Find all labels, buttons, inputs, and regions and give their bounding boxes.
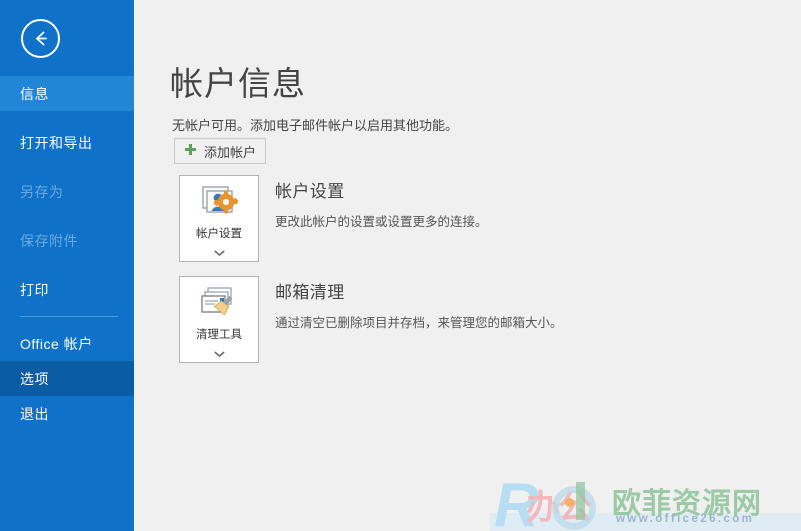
sidebar-item-label: 另存为 [20, 183, 64, 200]
sidebar-item-exit[interactable]: 退出 [0, 396, 134, 431]
chevron-down-icon[interactable] [213, 243, 225, 261]
add-account-label: 添加帐户 [204, 144, 257, 160]
sidebar-item-options[interactable]: 选项 [0, 361, 134, 396]
sidebar-item-save-attachments: 保存附件 [0, 223, 134, 258]
account-settings-icon [198, 176, 240, 222]
cleanup-tools-tile-label: 清理工具 [196, 329, 242, 341]
sidebar-item-print[interactable]: 打印 [0, 272, 134, 307]
sidebar-item-label: 保存附件 [20, 232, 78, 249]
sidebar-item-office-account[interactable]: Office 帐户 [0, 326, 134, 361]
sidebar-item-open-export[interactable]: 打开和导出 [0, 125, 134, 160]
mailbox-cleanup-text: 邮箱清理 通过清空已删除项目并存档，来管理您的邮箱大小。 [275, 276, 563, 363]
cleanup-tools-icon [198, 277, 240, 323]
sidebar-item-save-as: 另存为 [0, 174, 134, 209]
mailbox-cleanup-heading: 邮箱清理 [275, 283, 345, 302]
sidebar-divider [20, 316, 118, 317]
mailbox-cleanup-description: 通过清空已删除项目并存档，来管理您的邮箱大小。 [275, 316, 563, 330]
add-account-button[interactable]: 添加帐户 [174, 138, 267, 164]
account-settings-tile[interactable]: 帐户设置 [179, 175, 259, 262]
account-settings-tile-label: 帐户设置 [196, 228, 242, 240]
sidebar-item-label: Office 帐户 [20, 335, 93, 352]
account-information-pane: 帐户信息 无帐户可用。添加电子邮件帐户以启用其他功能。 添加帐户 帐户设置 帐户… [134, 0, 801, 531]
plus-icon [184, 143, 197, 159]
back-arrow-icon [30, 28, 51, 49]
sidebar-item-info[interactable]: 信息 [0, 76, 134, 111]
sidebar-item-label: 选项 [20, 370, 49, 387]
sidebar-item-label: 打开和导出 [20, 134, 93, 151]
chevron-down-icon[interactable] [213, 344, 225, 362]
mailbox-cleanup-row: 清理工具 邮箱清理 通过清空已删除项目并存档，来管理您的邮箱大小。 [179, 276, 563, 363]
no-account-message: 无帐户可用。添加电子邮件帐户以启用其他功能。 [172, 118, 459, 133]
backstage-sidebar: 信息 打开和导出 另存为 保存附件 打印 Office 帐户 选项 退出 [0, 0, 134, 531]
back-button[interactable] [21, 19, 60, 58]
account-settings-heading: 帐户设置 [275, 182, 345, 201]
page-title: 帐户信息 [170, 65, 306, 102]
sidebar-item-label: 打印 [20, 281, 49, 298]
account-settings-text: 帐户设置 更改此帐户的设置或设置更多的连接。 [275, 175, 488, 262]
sidebar-item-label: 信息 [20, 85, 49, 102]
account-settings-description: 更改此帐户的设置或设置更多的连接。 [275, 215, 488, 229]
sidebar-item-label: 退出 [20, 405, 49, 422]
account-settings-row: 帐户设置 帐户设置 更改此帐户的设置或设置更多的连接。 [179, 175, 488, 262]
cleanup-tools-tile[interactable]: 清理工具 [179, 276, 259, 363]
sidebar-nav: 信息 打开和导出 另存为 保存附件 打印 Office 帐户 选项 退出 [0, 76, 134, 431]
